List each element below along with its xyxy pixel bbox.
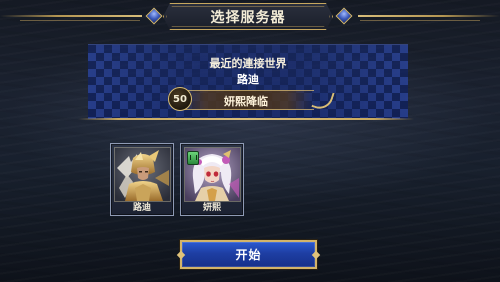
server-level-badge: 50 — [168, 87, 192, 111]
start-button[interactable]: 开始 — [176, 240, 321, 269]
title-bar: 选择服务器 — [0, 0, 500, 32]
rank-badge-icon — [187, 151, 199, 165]
blue-gem-icon — [145, 7, 163, 25]
title-bar-thin-line-left — [20, 20, 140, 21]
character-name-label: 路迪 — [132, 203, 151, 213]
title-plate: 选择服务器 — [163, 3, 333, 30]
paladin-portrait-icon — [114, 147, 171, 202]
start-button-label: 开始 — [235, 248, 262, 262]
server-name-bar: 妍熙降临 — [178, 90, 314, 110]
title-bar-thin-line-right — [360, 20, 480, 21]
title-bar-line-left — [0, 15, 142, 17]
panel-divider — [78, 118, 414, 120]
recent-world-label: 最近的連接世界 — [209, 57, 287, 70]
button-corner-ornament — [311, 250, 321, 260]
server-name: 妍熙降临 — [224, 95, 268, 108]
page-title: 选择服务器 — [210, 9, 286, 26]
character-card-ludi[interactable]: 路迪 — [110, 143, 174, 216]
recent-character-name: 路迪 — [237, 73, 259, 86]
recent-server-button[interactable]: 妍熙降临 50 — [166, 87, 335, 113]
button-corner-ornament — [176, 250, 186, 260]
blue-gem-icon — [335, 7, 353, 25]
title-bar-line-right — [358, 15, 500, 17]
character-card-yanxi[interactable]: 妍熙 — [180, 143, 244, 216]
character-name-label: 妍熙 — [202, 203, 221, 213]
